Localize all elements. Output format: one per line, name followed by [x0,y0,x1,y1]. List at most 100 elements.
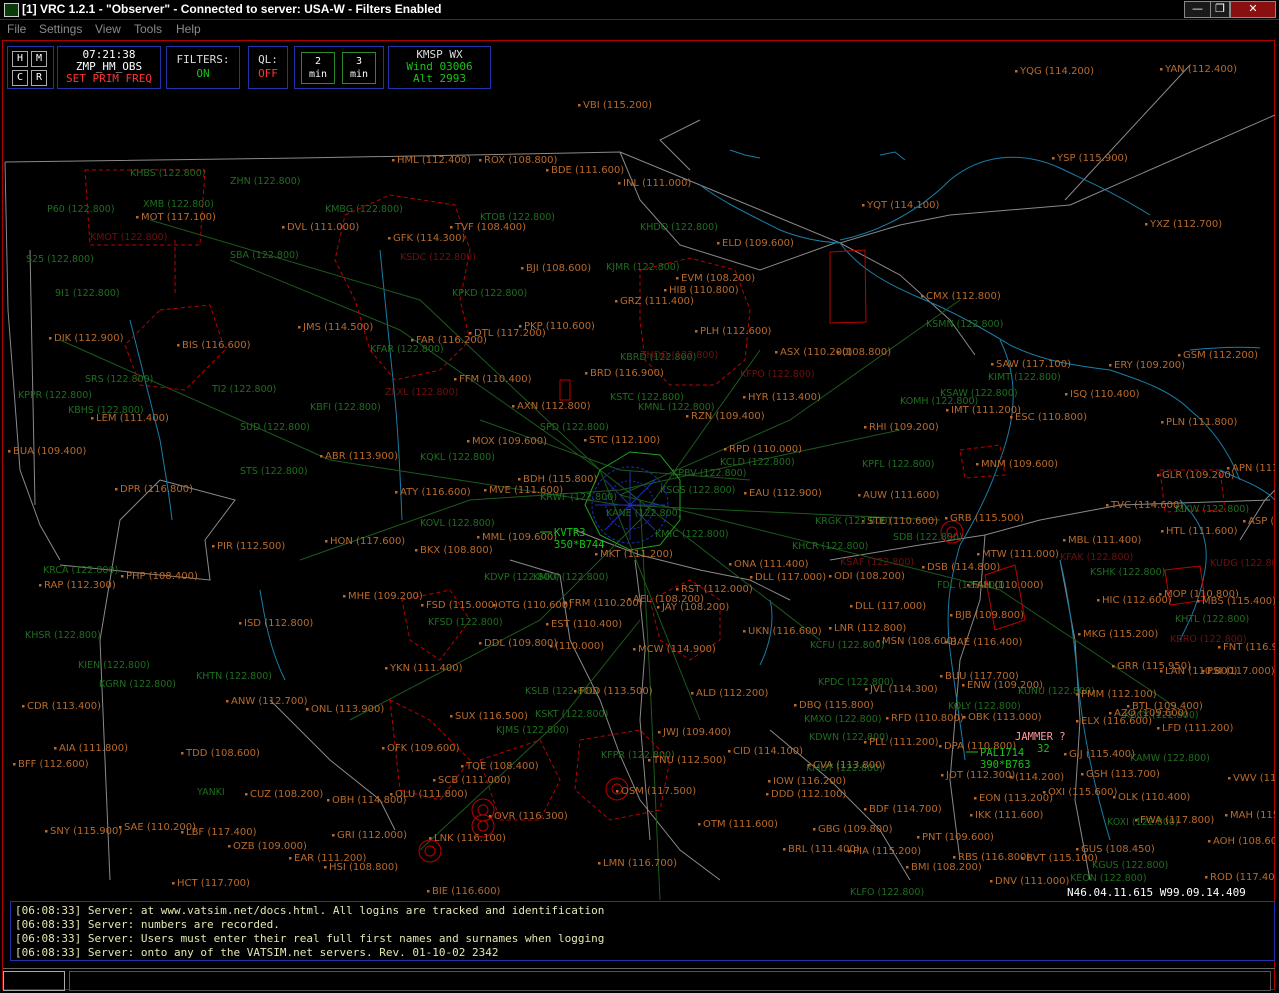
navaid-label: PMM (112.100) [1081,689,1157,700]
navaid-symbol [750,576,753,579]
menu-tools[interactable]: Tools [134,22,162,36]
h-button[interactable]: H [12,51,28,67]
ql-2min-button[interactable]: 2 min [301,52,335,84]
navaid-symbol [226,700,229,703]
airport-label: KIEN (122.800) [78,660,150,671]
navaid-symbol [917,836,920,839]
navaid-label: PLH (112.600) [700,326,772,337]
navaid-label: MBS (115.400) [1202,596,1275,607]
navaid-symbol [939,745,942,748]
airport-label: KSKT (122.800) [535,709,608,720]
alert-area-label: ZHDO (122.800) [640,350,718,361]
navaid-label: STC (112.100) [589,435,660,446]
message-area[interactable]: [06:08:33] Server: at www.vatsim.net/doc… [10,901,1275,961]
navaid-label: IKK (111.600) [975,810,1043,821]
menu-file[interactable]: File [7,22,26,36]
navaid-symbol [429,837,432,840]
c-button[interactable]: C [12,70,28,86]
message-line: [06:08:33] Server: numbers are recorded. [15,918,280,931]
navaid-label: ASP (111.200) [1248,516,1275,527]
target-ring-inner [424,845,436,857]
radar-scope[interactable]: KHBS (122.800) ZHN (122.800) P60 (122.800)… [3,41,1275,968]
navaid-label: DBQ (115.800) [799,700,874,711]
navaid-label: BIE (116.600) [432,886,501,897]
navaid-label: HML (112.400) [397,155,471,166]
navaid-symbol [970,814,973,817]
navaid-label: (114.200) [1015,772,1064,783]
r-button[interactable]: R [31,70,47,86]
navaid-label: GBG (109.800) [818,824,893,835]
clock-panel[interactable]: 07:21:38 ZMP_HM_OBS SET PRIM FREQ [57,46,161,89]
navaid-symbol [411,339,414,342]
aircraft-callsign[interactable]: KVTR3 [554,527,586,539]
navaid-symbol [691,692,694,695]
navaid-symbol [794,704,797,707]
navaid-label: VWV (113.600) [1233,773,1275,784]
navaid-symbol [115,488,118,491]
command-input[interactable] [69,971,1271,991]
navaid-label: BJB (109.800) [955,610,1024,621]
navaid-symbol [49,337,52,340]
airport-label: KSHK (122.800) [1090,567,1165,578]
navaid-symbol [886,717,889,720]
navaid-symbol [22,705,25,708]
navaid-symbol [1010,416,1013,419]
navaid-label: HIC (112.600) [1102,595,1172,606]
m-button[interactable]: M [31,51,47,67]
navaid-symbol [298,326,301,329]
navaid-label: SUX (116.500) [455,711,528,722]
set-prim-freq[interactable]: SET PRIM FREQ [58,73,160,85]
menu-settings[interactable]: Settings [39,22,82,36]
navaid-label: ESC (110.800) [1015,412,1087,423]
navaid-symbol [829,575,832,578]
navaid-label: BIS (116.600) [182,340,251,351]
navaid-label: FAH (110.000) [972,580,1044,591]
navaid-symbol [1097,599,1100,602]
ql-3min-button[interactable]: 3 min [342,52,376,84]
navaid-label: OBH (114.800) [332,795,407,806]
navaid-label: PKP (110.600) [524,321,595,332]
menu-bar: File Settings View Tools Help [0,20,1279,39]
navaid-label: EST (110.400) [551,619,622,630]
minimize-button[interactable]: — [1184,1,1211,18]
navaid-symbol [1078,633,1081,636]
navaid-label: YXZ (112.700) [1149,219,1222,230]
airport-label: SDB (122.800) [893,532,963,543]
ql-panel[interactable]: QL: OFF [248,46,288,89]
navaid-symbol [177,344,180,347]
airport-label: ZHN (122.800) [230,176,300,187]
navaid-label: FWA (117.800) [1140,815,1214,826]
airport-label: P60 (122.800) [47,204,115,215]
menu-help[interactable]: Help [176,22,201,36]
navaid-symbol [327,799,330,802]
ql-value: OFF [258,67,278,80]
navaid-label: BUA (109.400) [13,446,86,457]
navaid-label: MVE (111.600) [489,485,563,496]
ql-3min-unit: min [349,69,369,80]
aircraft-altitude: 390*B763 [980,759,1031,771]
navaid-symbol [13,763,16,766]
navaid-symbol [136,216,139,219]
navaid-label: AOH (108.600) [1213,836,1275,847]
navaid-label: GRB (115.500) [950,513,1024,524]
airport-label: KMXO (122.800) [804,714,882,725]
navaid-label: MKT (111.200) [600,549,673,560]
airport-label: KRCA (122.800) [43,565,118,576]
navaid-label: JOT (112.300) [945,770,1015,781]
navaid-label: BDH (115.800) [523,474,598,485]
navaid-symbol [479,642,482,645]
navaid-symbol [1218,646,1221,649]
navaid-symbol [615,300,618,303]
filters-panel[interactable]: FILTERS: ON [166,46,240,89]
menu-view[interactable]: View [95,22,121,36]
navaid-symbol [1106,504,1109,507]
navaid-label: HYR (113.400) [748,392,821,403]
navaid-label: DSB (114.800) [927,562,1000,573]
navaid-symbol [479,159,482,162]
weather-panel[interactable]: KMSP WX Wind 03006 Alt 2993 [388,46,491,89]
navaid-label: BRD (116.900) [590,368,664,379]
close-button[interactable]: ✕ [1230,1,1276,18]
wx-altimeter: Alt 2993 [413,72,466,85]
restore-button[interactable]: ❐ [1210,1,1230,18]
aircraft-callsign[interactable]: PAL1714 [980,747,1024,759]
